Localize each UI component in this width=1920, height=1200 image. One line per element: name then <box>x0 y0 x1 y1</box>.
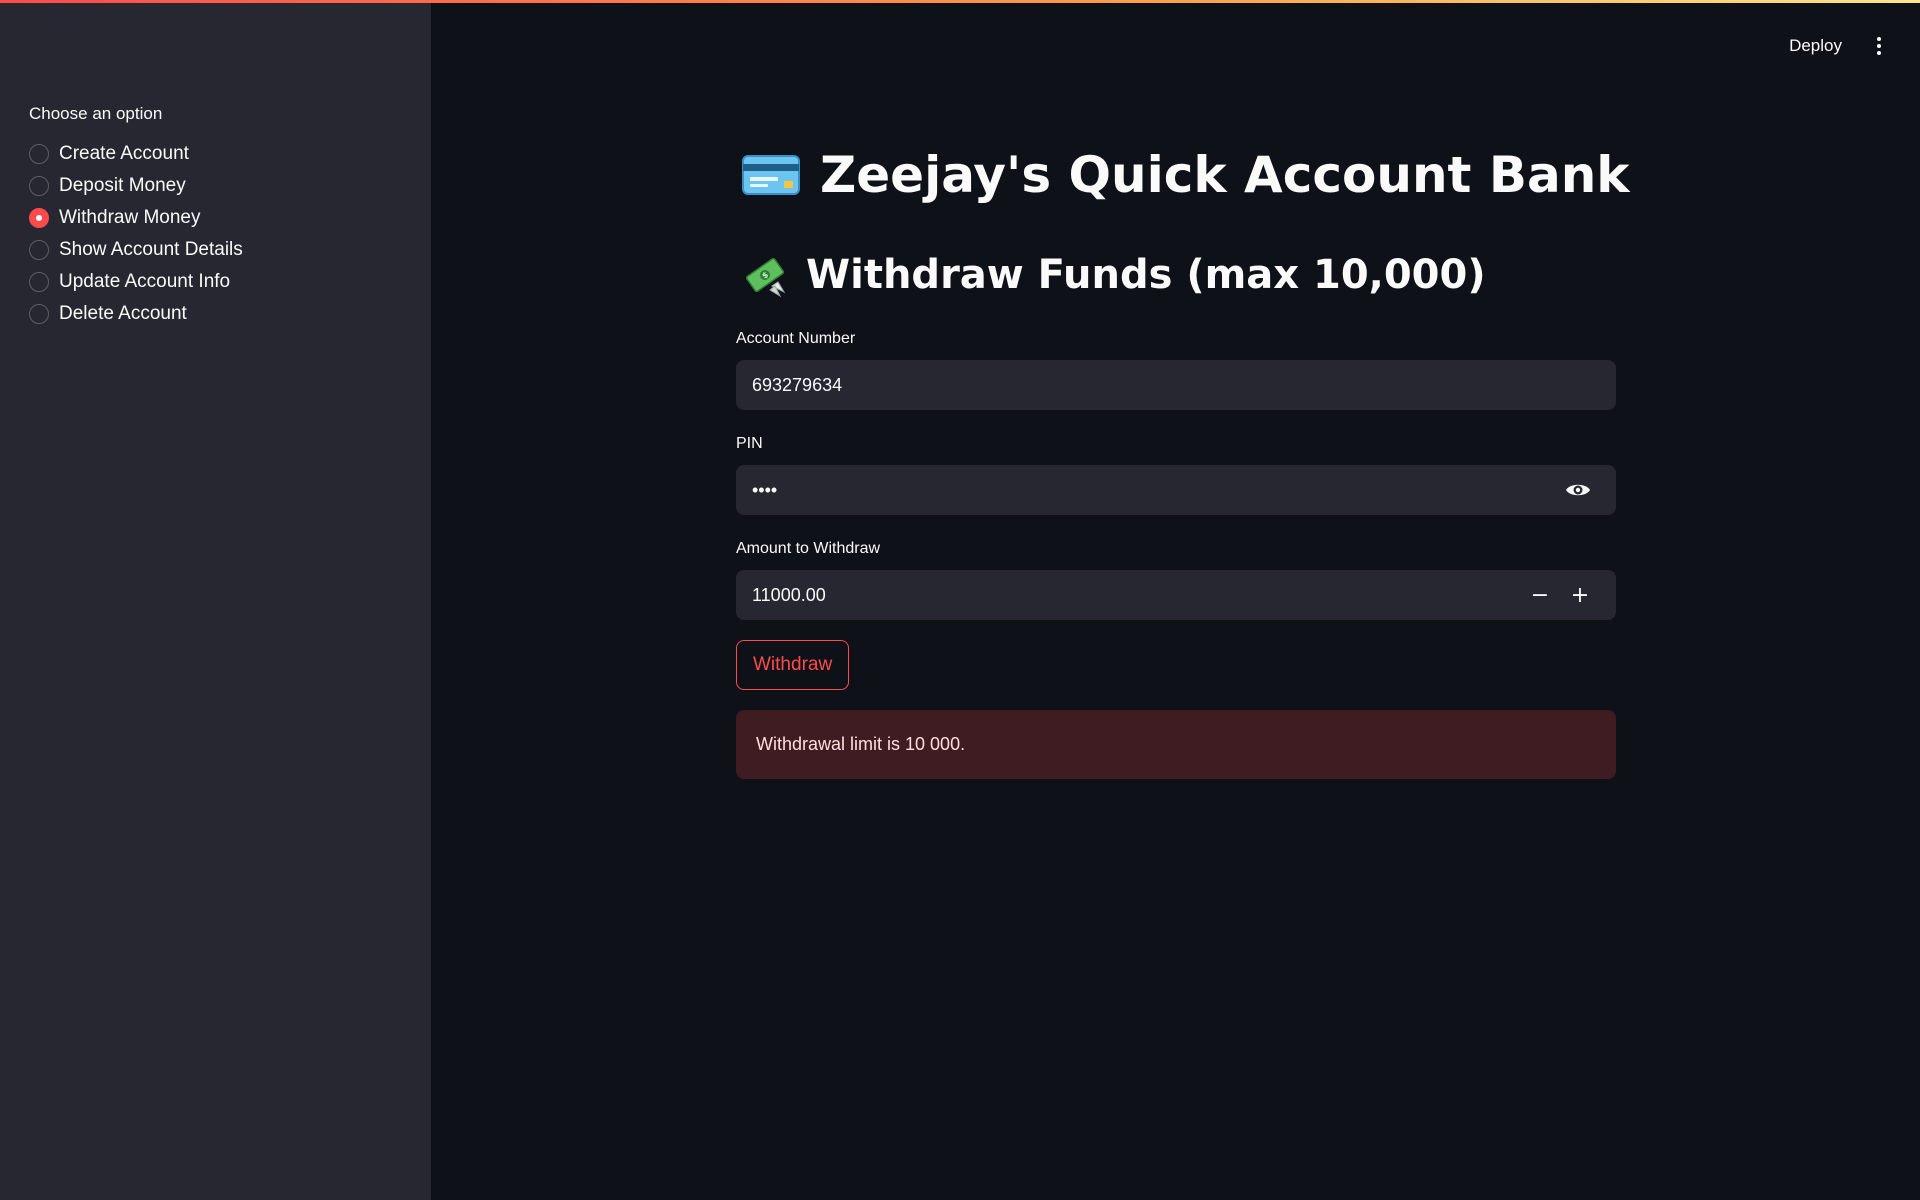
app-header-actions: Deploy <box>1777 30 1890 62</box>
account-number-input[interactable] <box>752 374 1600 396</box>
radio-option-label: Update Account Info <box>59 271 231 292</box>
radio-group-label: Choose an option <box>29 104 163 123</box>
radio-option-create-account[interactable]: Create Account <box>29 138 402 170</box>
credit-card-icon <box>742 155 800 195</box>
amount-number-input[interactable]: − + <box>736 570 1616 620</box>
pin-label: PIN <box>736 435 763 452</box>
pin-input[interactable] <box>752 479 1558 501</box>
section-subheader-text: Withdraw Funds (max 10,000) <box>806 252 1486 298</box>
radio-option-deposit-money[interactable]: Deposit Money <box>29 170 402 202</box>
error-alert-text: Withdrawal limit is 10 000. <box>756 734 966 754</box>
pin-field[interactable] <box>736 465 1616 515</box>
radio-option-delete-account[interactable]: Delete Account <box>29 298 402 330</box>
withdraw-button[interactable]: Withdraw <box>736 640 850 690</box>
sidebar: Choose an option Create Account Deposit … <box>0 0 431 1200</box>
page-title-text: Zeejay's Quick Account Bank <box>820 146 1630 204</box>
radio-button-selected[interactable] <box>29 208 49 228</box>
radio-option-label: Create Account <box>59 143 189 164</box>
radio-button[interactable] <box>29 304 49 324</box>
radio-option-show-account-details[interactable]: Show Account Details <box>29 234 402 266</box>
eye-icon[interactable] <box>1558 470 1598 510</box>
account-number-field[interactable] <box>736 360 1616 410</box>
radio-option-label: Delete Account <box>59 303 187 324</box>
section-subheader: $ Withdraw Funds (max 10,000) <box>742 252 1486 298</box>
top-decoration-bar <box>0 0 1920 3</box>
radio-option-update-account-info[interactable]: Update Account Info <box>29 266 402 298</box>
radio-option-label: Deposit Money <box>59 175 186 196</box>
option-radio-group: Create Account Deposit Money Withdraw Mo… <box>29 138 402 330</box>
amount-label: Amount to Withdraw <box>736 540 881 557</box>
increment-button[interactable]: + <box>1560 575 1600 615</box>
page-title: Zeejay's Quick Account Bank <box>742 146 1630 204</box>
radio-button[interactable] <box>29 144 49 164</box>
radio-option-label: Withdraw Money <box>59 207 201 228</box>
money-with-wings-icon: $ <box>745 257 786 298</box>
radio-button[interactable] <box>29 240 49 260</box>
radio-button[interactable] <box>29 176 49 196</box>
kebab-menu-icon[interactable] <box>1868 31 1890 61</box>
decrement-button[interactable]: − <box>1520 575 1560 615</box>
radio-option-label: Show Account Details <box>59 239 243 260</box>
error-alert: Withdrawal limit is 10 000. <box>736 710 1616 779</box>
amount-input[interactable] <box>752 584 1520 606</box>
radio-option-withdraw-money[interactable]: Withdraw Money <box>29 202 402 234</box>
radio-button[interactable] <box>29 272 49 292</box>
account-number-label: Account Number <box>736 330 856 347</box>
deploy-button[interactable]: Deploy <box>1777 30 1854 62</box>
